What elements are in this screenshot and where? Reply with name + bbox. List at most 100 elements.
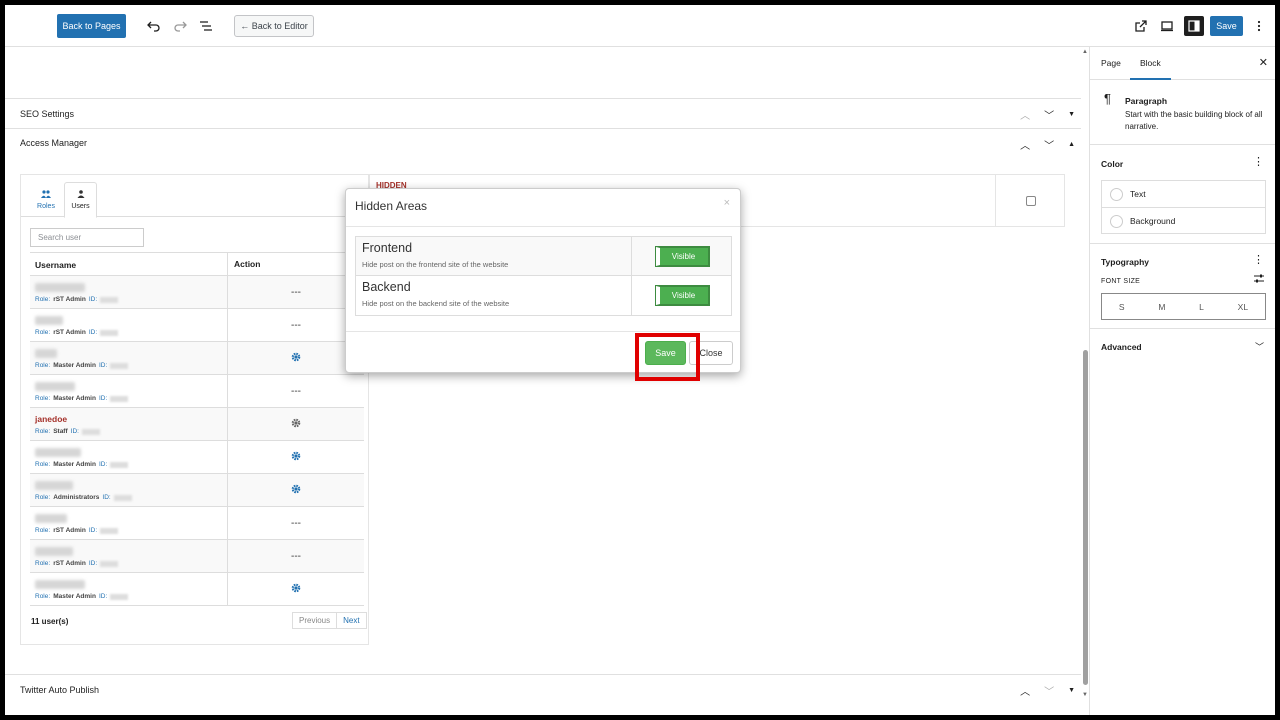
metabox-controls[interactable]: ︿ ﹀ ▼: [1020, 107, 1075, 122]
area-row-backend: Backend Hide post on the backend site of…: [356, 276, 731, 315]
role-value: Staff: [53, 428, 68, 435]
redacted-username: [35, 448, 81, 457]
area-name: Backend: [362, 280, 411, 294]
scrollbar-thumb[interactable]: [1083, 350, 1088, 685]
previous-button[interactable]: Previous: [293, 613, 338, 628]
advanced-section-title[interactable]: Advanced: [1101, 342, 1142, 352]
table-row[interactable]: Role: Master Admin ID: ---: [30, 375, 364, 408]
no-action: ---: [291, 517, 301, 529]
table-row[interactable]: janedoe Role: Staff ID:: [30, 408, 364, 441]
move-up-icon[interactable]: ︿: [1020, 137, 1030, 152]
move-down-icon[interactable]: ﹀: [1044, 137, 1054, 152]
font-size-m[interactable]: M: [1158, 302, 1165, 312]
next-button[interactable]: Next: [337, 613, 365, 628]
tab-users[interactable]: Users: [64, 182, 97, 218]
table-row[interactable]: Role: rST Admin ID: ---: [30, 507, 364, 540]
metabox-controls[interactable]: ︿ ﹀ ▲: [1020, 137, 1075, 152]
typography-section-title[interactable]: Typography: [1101, 257, 1149, 267]
gear-icon[interactable]: [291, 352, 301, 365]
font-size-s[interactable]: S: [1119, 302, 1125, 312]
username-cell: Role: Master Admin ID:: [30, 441, 228, 473]
user-role: Role: rST Admin ID:: [35, 329, 119, 336]
tab-roles[interactable]: Roles: [31, 182, 61, 218]
close-icon[interactable]: ✕: [1259, 56, 1268, 69]
redacted-username: [35, 283, 85, 292]
back-to-editor-button[interactable]: ← Back to Editor: [234, 15, 314, 37]
redacted-id: [113, 494, 132, 501]
access-manager-metabox[interactable]: Access Manager ︿ ﹀ ▲: [5, 128, 1081, 158]
redacted-id: [100, 527, 119, 534]
sidebar-toggle-icon[interactable]: [1184, 16, 1204, 36]
scrollbar[interactable]: ▲ ▼: [1081, 47, 1089, 703]
metabox-title: SEO Settings: [20, 109, 75, 119]
user-role: Role: rST Admin ID:: [35, 560, 119, 567]
hidden-checkbox[interactable]: [1025, 195, 1036, 206]
desktop-preview-icon[interactable]: [1158, 17, 1176, 35]
color-text-option[interactable]: Text: [1102, 181, 1265, 208]
action-cell: ---: [228, 540, 364, 572]
save-button[interactable]: Save: [1210, 16, 1243, 36]
toggle-panel-icon[interactable]: ▼: [1068, 111, 1075, 118]
table-row[interactable]: Role: rST Admin ID: ---: [30, 309, 364, 342]
gear-icon[interactable]: [291, 583, 301, 596]
username-cell: Role: rST Admin ID:: [30, 540, 228, 572]
action-cell: ---: [228, 276, 364, 308]
role-value: rST Admin: [53, 329, 86, 336]
tab-page[interactable]: Page: [1101, 58, 1121, 68]
frontend-visibility-toggle[interactable]: Visible: [654, 245, 710, 267]
chevron-down-icon[interactable]: ﹀: [1255, 340, 1264, 353]
close-icon[interactable]: ×: [724, 197, 730, 209]
username-cell: Role: Master Admin ID:: [30, 375, 228, 407]
role-value: rST Admin: [53, 560, 86, 567]
tab-block[interactable]: Block: [1130, 58, 1171, 80]
redacted-username: [35, 382, 75, 391]
pagination: Previous Next: [292, 612, 367, 629]
no-action: ---: [291, 319, 301, 331]
role-value: Master Admin: [53, 362, 96, 369]
table-row[interactable]: Role: Master Admin ID:: [30, 573, 364, 606]
redo-icon[interactable]: [171, 17, 189, 35]
undo-icon[interactable]: [145, 17, 163, 35]
font-size-l[interactable]: L: [1199, 302, 1204, 312]
table-row[interactable]: Role: rST Admin ID: ---: [30, 540, 364, 573]
gear-icon[interactable]: [291, 418, 301, 431]
id-label: ID:: [88, 527, 98, 534]
color-section-title[interactable]: Color: [1101, 159, 1123, 169]
backend-visibility-toggle[interactable]: Visible: [654, 285, 710, 306]
more-options-icon[interactable]: [1250, 17, 1268, 35]
swatch-icon: [1110, 188, 1123, 201]
redacted-username: [35, 514, 67, 523]
search-user-input[interactable]: Search user: [30, 228, 144, 247]
redacted-id: [110, 362, 129, 369]
twitter-auto-publish-metabox[interactable]: Twitter Auto Publish ︿ ﹀ ▼: [5, 674, 1081, 704]
custom-size-icon[interactable]: [1254, 274, 1264, 286]
move-up-icon[interactable]: ︿: [1020, 683, 1030, 698]
divider: [346, 226, 740, 227]
move-down-icon[interactable]: ﹀: [1044, 107, 1054, 122]
seo-settings-metabox[interactable]: SEO Settings ︿ ﹀ ▼: [5, 98, 1081, 128]
font-size-xl[interactable]: XL: [1238, 302, 1248, 312]
table-row[interactable]: Role: Administrators ID:: [30, 474, 364, 507]
no-action: ---: [291, 286, 301, 298]
move-up-icon[interactable]: ︿: [1020, 107, 1030, 122]
move-down-icon[interactable]: ﹀: [1044, 683, 1054, 698]
table-row[interactable]: Role: Master Admin ID:: [30, 441, 364, 474]
toggle-panel-icon[interactable]: ▲: [1068, 141, 1075, 148]
color-background-option[interactable]: Background: [1102, 208, 1265, 235]
metabox-controls[interactable]: ︿ ﹀ ▼: [1020, 683, 1075, 698]
block-title: Paragraph: [1125, 96, 1168, 106]
back-to-pages-button[interactable]: Back to Pages: [57, 14, 126, 38]
more-options-icon[interactable]: ⋮: [1253, 253, 1264, 266]
swatch-icon: [1110, 215, 1123, 228]
toggle-panel-icon[interactable]: ▼: [1068, 687, 1075, 694]
gear-icon[interactable]: [291, 484, 301, 497]
id-label: ID:: [98, 395, 108, 402]
list-view-icon[interactable]: [197, 17, 215, 35]
table-row[interactable]: Role: Master Admin ID:: [30, 342, 364, 375]
color-options: Text Background: [1101, 180, 1266, 234]
more-options-icon[interactable]: ⋮: [1253, 155, 1264, 168]
table-row[interactable]: Role: rST Admin ID: ---: [30, 276, 364, 309]
username[interactable]: janedoe: [35, 414, 67, 424]
external-link-icon[interactable]: [1132, 17, 1150, 35]
gear-icon[interactable]: [291, 451, 301, 464]
